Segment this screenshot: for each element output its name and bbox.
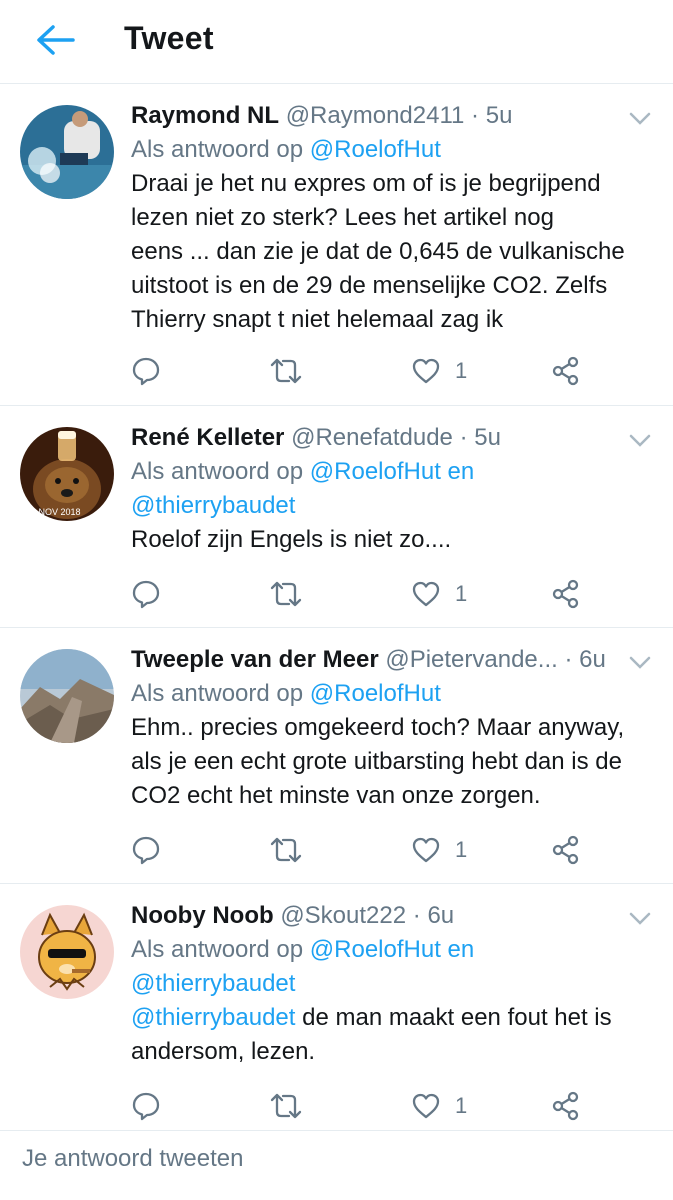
share-icon bbox=[552, 1091, 579, 1121]
tweet-actions: 1 bbox=[131, 832, 601, 868]
share-button[interactable] bbox=[551, 353, 581, 389]
retweet-button[interactable] bbox=[269, 576, 303, 612]
like-button[interactable]: 1 bbox=[411, 832, 467, 868]
timestamp: 5u bbox=[485, 102, 513, 129]
replying-to: Als antwoord op @RoelofHut bbox=[131, 136, 441, 163]
tweet-menu-button[interactable] bbox=[627, 653, 653, 673]
top-bar: Tweet bbox=[0, 0, 673, 84]
timestamp: 5u bbox=[474, 424, 501, 451]
timestamp: 6u bbox=[579, 646, 606, 673]
avatar[interactable] bbox=[20, 649, 114, 743]
tweet-item[interactable]: Tweeple van der Meer @Pietervande... · 6… bbox=[0, 629, 673, 884]
tweet-item[interactable]: 12 NOV 2018 René Kelleter @Renefatdude ·… bbox=[0, 407, 673, 628]
mention-link[interactable]: @RoelofHut en bbox=[310, 458, 474, 485]
author-name[interactable]: Tweeple van der Meer bbox=[131, 646, 379, 673]
author-name[interactable]: Raymond NL bbox=[131, 102, 279, 129]
tweet-menu-button[interactable] bbox=[627, 109, 653, 129]
tweet-text: @thierrybaudet de man maakt een fout het… bbox=[131, 1004, 612, 1065]
tweet-text: Ehm.. precies omgekeerd toch? Maar anywa… bbox=[131, 714, 625, 809]
avatar[interactable]: 12 NOV 2018 bbox=[20, 427, 114, 521]
reply-icon bbox=[132, 580, 160, 609]
retweet-button[interactable] bbox=[269, 353, 303, 389]
author-handle[interactable]: @Renefatdude bbox=[291, 424, 453, 451]
like-count: 1 bbox=[455, 837, 468, 862]
reply-icon bbox=[132, 836, 160, 865]
chevron-down-icon bbox=[629, 656, 651, 669]
reply-icon bbox=[132, 1092, 160, 1121]
author-name[interactable]: René Kelleter bbox=[131, 424, 284, 451]
replying-to: Als antwoord op @RoelofHut bbox=[131, 680, 441, 707]
like-button[interactable]: 1 bbox=[411, 576, 467, 612]
retweet-button[interactable] bbox=[269, 832, 303, 868]
reply-button[interactable] bbox=[131, 576, 161, 612]
retweet-icon bbox=[270, 1093, 302, 1119]
mention-link[interactable]: @thierrybaudet bbox=[131, 492, 295, 519]
reply-button[interactable] bbox=[131, 353, 161, 389]
retweet-icon bbox=[270, 837, 302, 863]
tweet-actions: 1 bbox=[131, 1088, 601, 1124]
share-button[interactable] bbox=[551, 832, 581, 868]
mention-link[interactable]: @RoelofHut en bbox=[310, 936, 474, 963]
reply-input[interactable]: Je antwoord tweeten bbox=[22, 1145, 243, 1173]
tweet-actions: 1 bbox=[131, 353, 601, 389]
mention-link[interactable]: @RoelofHut bbox=[310, 680, 441, 707]
back-button[interactable] bbox=[30, 18, 80, 62]
page-title: Tweet bbox=[124, 20, 214, 56]
heart-icon bbox=[412, 581, 440, 607]
tweet-actions: 1 bbox=[131, 576, 601, 612]
tweet-text: Roelof zijn Engels is niet zo.... bbox=[131, 526, 452, 553]
chevron-down-icon bbox=[629, 434, 651, 447]
author-handle[interactable]: @Skout222 bbox=[280, 902, 406, 929]
timestamp: 6u bbox=[427, 902, 455, 929]
tweet-menu-button[interactable] bbox=[627, 909, 653, 929]
tweet-item[interactable]: Nooby Noob @Skout222 · 6u Als antwoord o… bbox=[0, 885, 673, 1130]
like-count: 1 bbox=[455, 1093, 468, 1118]
author-handle[interactable]: @Raymond2411 bbox=[286, 102, 465, 129]
retweet-button[interactable] bbox=[269, 1088, 303, 1124]
share-button[interactable] bbox=[551, 1088, 581, 1124]
arrow-left-icon bbox=[37, 25, 75, 55]
share-icon bbox=[552, 356, 579, 386]
share-button[interactable] bbox=[551, 576, 581, 612]
heart-icon bbox=[412, 837, 440, 863]
reply-icon bbox=[132, 357, 160, 386]
mention-link[interactable]: @thierrybaudet bbox=[131, 970, 295, 997]
avatar-caption: 12 NOV 2018 bbox=[26, 507, 81, 517]
author-handle[interactable]: @Pietervande... bbox=[385, 646, 557, 673]
tweet-item[interactable]: Raymond NL @Raymond2411 · 5u Als antwoor… bbox=[0, 85, 673, 406]
like-button[interactable]: 1 bbox=[411, 1088, 467, 1124]
heart-icon bbox=[412, 358, 440, 384]
like-button[interactable]: 1 bbox=[411, 353, 467, 389]
mention-link[interactable]: @thierrybaudet bbox=[131, 1004, 295, 1031]
replying-to: Als antwoord op @RoelofHut en bbox=[131, 936, 475, 963]
reply-composer: Je antwoord tweeten bbox=[0, 1130, 673, 1200]
chevron-down-icon bbox=[629, 912, 651, 925]
avatar[interactable] bbox=[20, 105, 114, 199]
heart-icon bbox=[412, 1093, 440, 1119]
reply-button[interactable] bbox=[131, 832, 161, 868]
replying-to: Als antwoord op @RoelofHut en bbox=[131, 458, 475, 485]
retweet-icon bbox=[270, 358, 302, 384]
share-icon bbox=[552, 835, 579, 865]
retweet-icon bbox=[270, 581, 302, 607]
tweet-menu-button[interactable] bbox=[627, 431, 653, 451]
avatar[interactable] bbox=[20, 905, 114, 999]
author-name[interactable]: Nooby Noob bbox=[131, 902, 274, 929]
tweet-text: Draai je het nu expres om of is je begri… bbox=[131, 170, 625, 333]
share-icon bbox=[552, 579, 579, 609]
like-count: 1 bbox=[455, 358, 468, 383]
chevron-down-icon bbox=[629, 112, 651, 125]
mention-link[interactable]: @RoelofHut bbox=[310, 136, 441, 163]
like-count: 1 bbox=[455, 581, 468, 606]
reply-button[interactable] bbox=[131, 1088, 161, 1124]
